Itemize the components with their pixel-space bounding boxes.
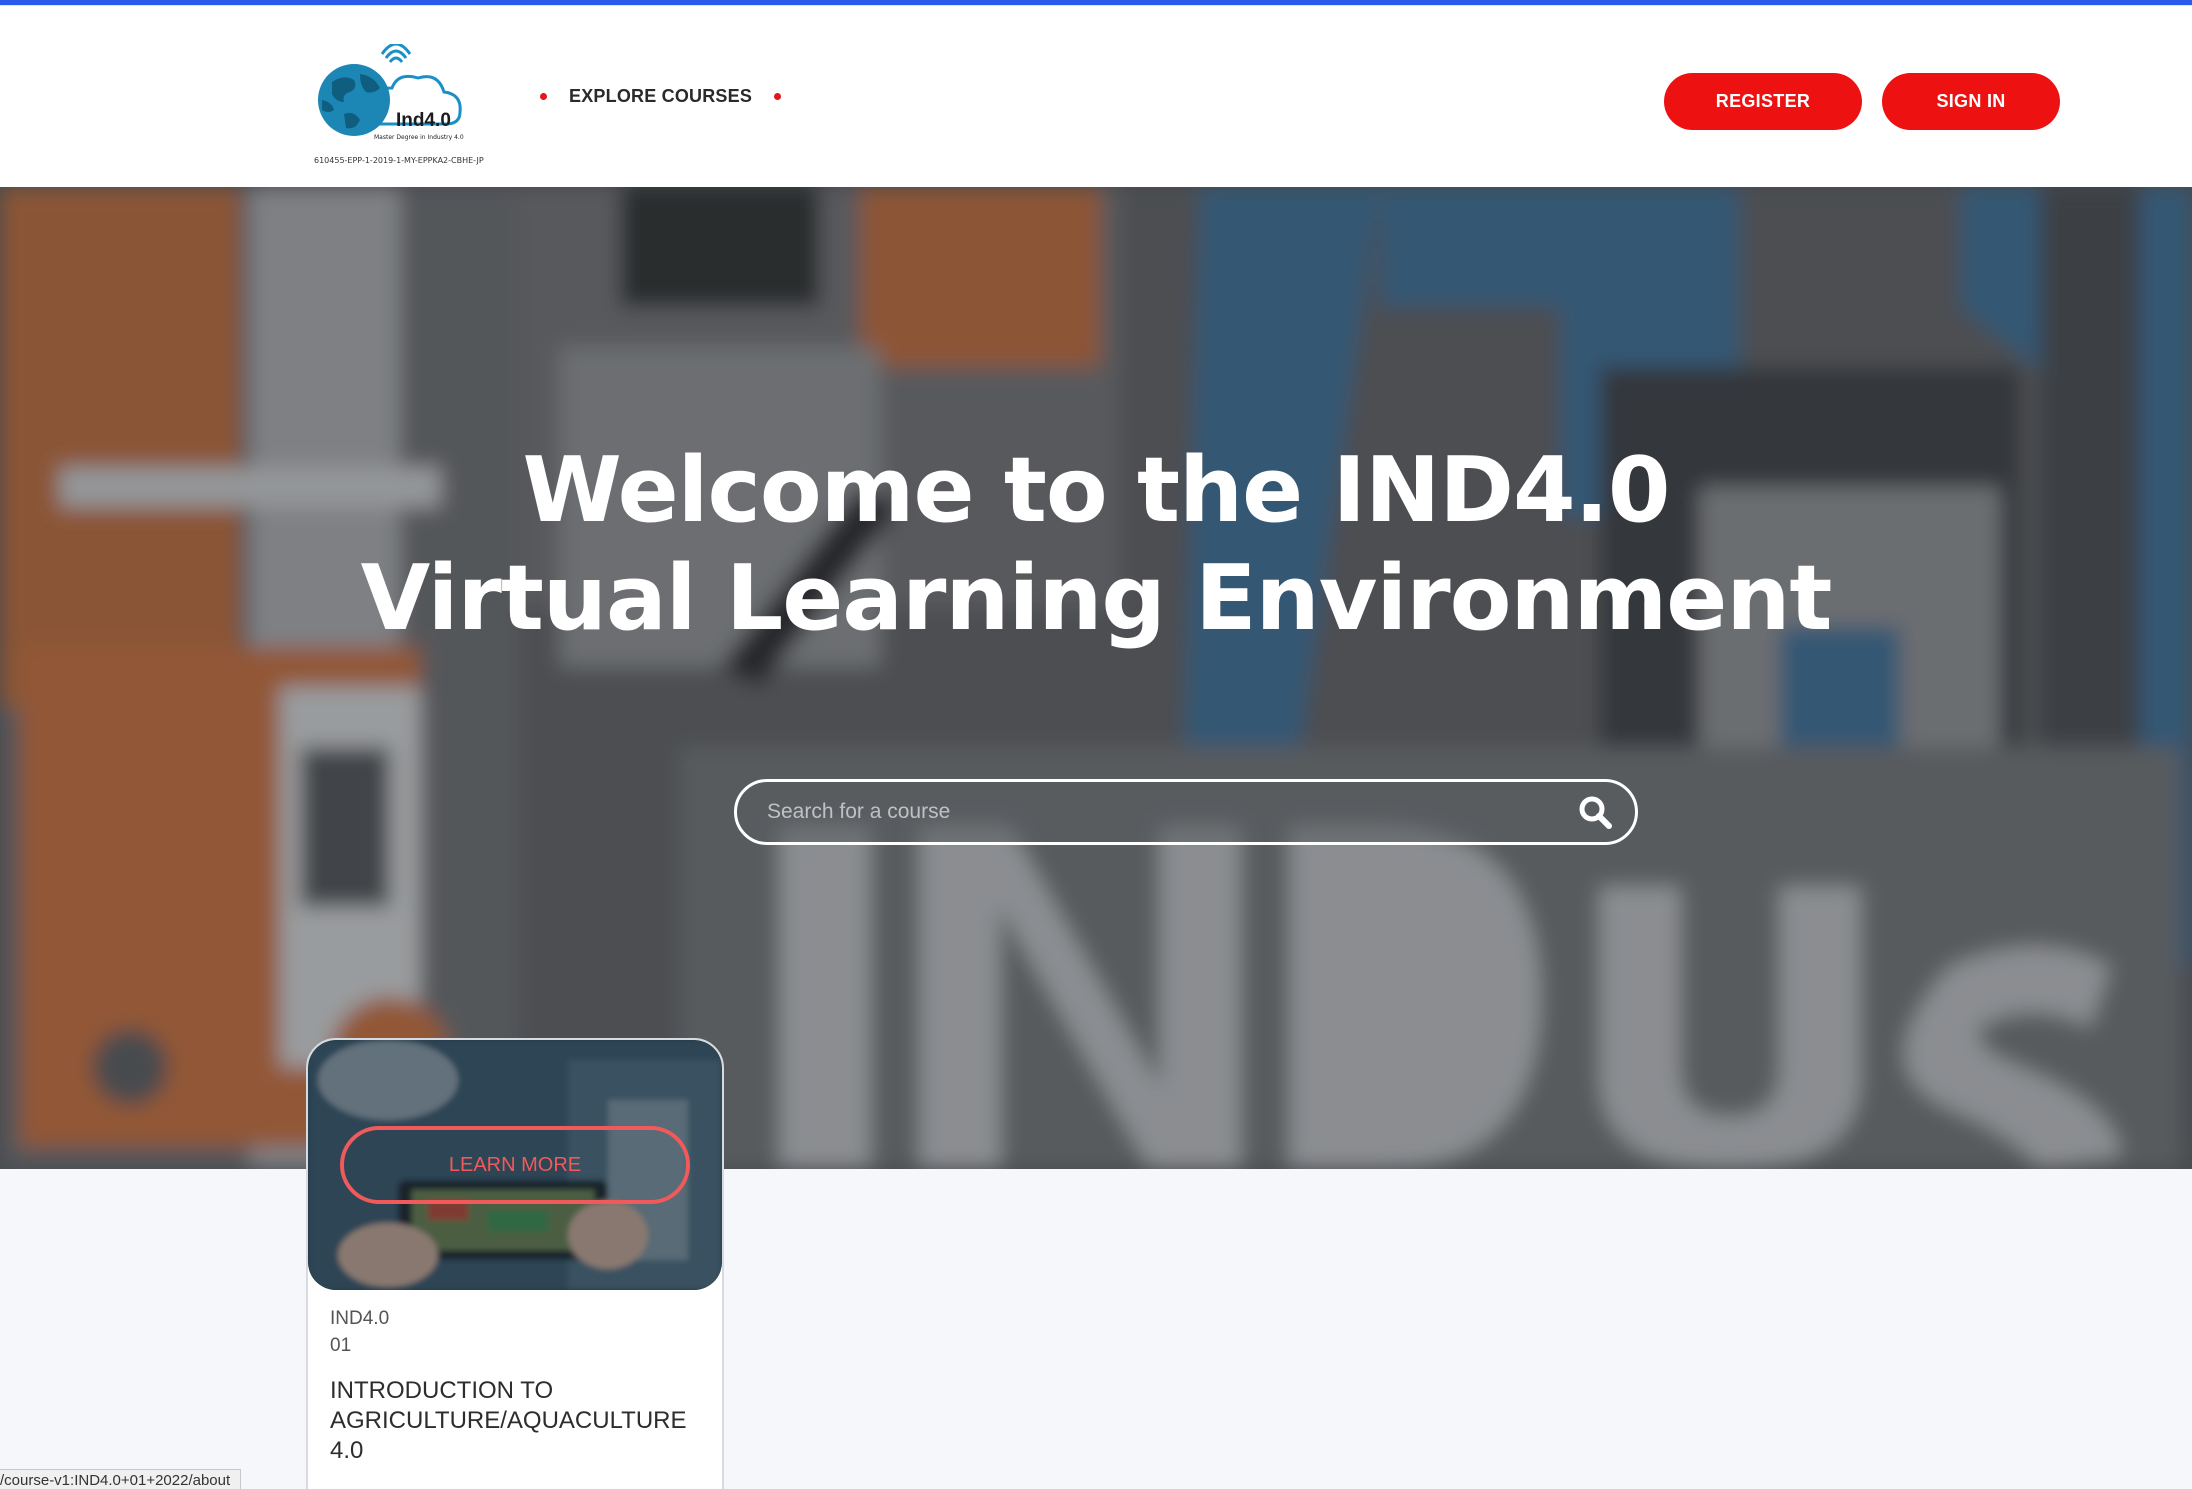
hero-title-line-2: Virtual Learning Environment: [360, 546, 1833, 651]
site-header: Ind4.0 Master Degree in Industry 4.0 610…: [0, 5, 2192, 187]
nav-dot-icon: [540, 93, 547, 100]
hero-dark-overlay: [0, 187, 2192, 1169]
course-search-input[interactable]: [737, 782, 1565, 842]
course-card[interactable]: LEARN MORE IND4.0 01 INTRODUCTION TO AGR…: [306, 1038, 724, 1489]
hero-banner: Welcome to the IND4.0 Virtual Learning E…: [0, 187, 2192, 1169]
hero-title-line-1: Welcome to the IND4.0: [522, 438, 1671, 543]
register-button[interactable]: REGISTER: [1664, 73, 1862, 130]
logo-wordmark: Ind4.0: [396, 110, 451, 131]
search-icon[interactable]: [1565, 782, 1625, 842]
logo-subtitle: Master Degree in Industry 4.0: [374, 134, 464, 141]
nav-explore-courses[interactable]: EXPLORE COURSES: [569, 86, 752, 107]
sign-in-button[interactable]: SIGN IN: [1882, 73, 2060, 130]
course-title[interactable]: INTRODUCTION TO AGRICULTURE/AQUACULTURE …: [330, 1376, 710, 1466]
course-org: IND4.0: [330, 1308, 390, 1329]
site-logo[interactable]: Ind4.0 Master Degree in Industry 4.0 610…: [310, 42, 488, 172]
browser-status-url: /course-v1:IND4.0+01+2022/about: [0, 1469, 242, 1489]
logo-tagline: 610455-EPP-1-2019-1-MY-EPPKA2-CBHE-JP: [314, 156, 484, 165]
course-thumbnail: LEARN MORE: [308, 1040, 722, 1290]
learn-more-button[interactable]: LEARN MORE: [340, 1126, 690, 1204]
main-nav: EXPLORE COURSES: [540, 86, 782, 107]
nav-dot-icon: [774, 93, 782, 100]
course-number: 01: [330, 1335, 352, 1356]
course-search-box: [734, 779, 1638, 845]
